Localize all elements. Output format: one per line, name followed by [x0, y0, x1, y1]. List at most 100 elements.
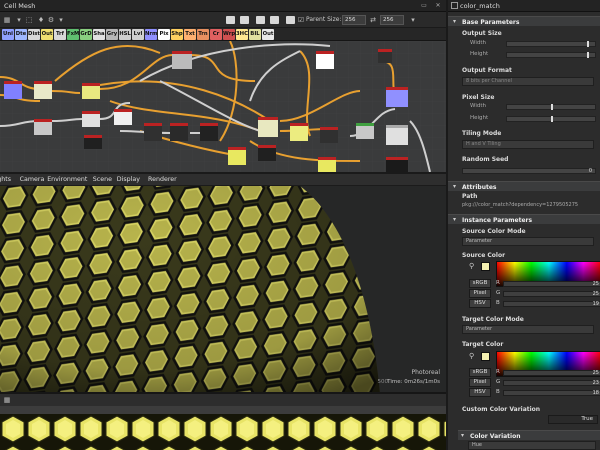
graph-title: Cell Mesh: [4, 2, 36, 10]
filter-button-out[interactable]: Out: [262, 29, 274, 40]
menu-scene[interactable]: Scene: [93, 176, 112, 183]
filter-button-txt[interactable]: Txt: [184, 29, 196, 40]
chevron-down-icon[interactable]: ▾: [14, 15, 24, 25]
target-srgb-button[interactable]: sRGB: [469, 368, 491, 377]
slider-handle[interactable]: [551, 104, 553, 110]
filter-button-uni[interactable]: Uni: [2, 29, 14, 40]
link-icon[interactable]: ⇄: [368, 15, 378, 25]
chevron-down-icon[interactable]: ▾: [408, 15, 418, 25]
eyedropper-icon[interactable]: ⚲: [469, 262, 474, 270]
channel-r-label: R: [496, 369, 500, 375]
target-color-swatch[interactable]: [481, 352, 490, 361]
filter-button-out[interactable]: Out: [41, 29, 53, 40]
filter-button-bil[interactable]: BIL: [249, 29, 261, 40]
filter-button-dist[interactable]: Dist: [28, 29, 40, 40]
settings-icon[interactable]: ⚙: [46, 15, 56, 25]
source-pixel-button[interactable]: Pixel: [469, 289, 491, 298]
width-label: Width: [470, 40, 486, 46]
channel-b-label: B: [496, 389, 500, 395]
target-r-slider[interactable]: 25: [503, 370, 600, 376]
filter-button-sha[interactable]: Sha: [93, 29, 105, 40]
close-icon[interactable]: ✕: [434, 2, 442, 9]
section-base-parameters[interactable]: ▾ Base Parameters: [448, 16, 600, 26]
source-r-slider[interactable]: 25: [503, 281, 600, 287]
menu-renderer[interactable]: Renderer: [148, 176, 177, 183]
layout-button[interactable]: [286, 16, 295, 24]
grid-icon[interactable]: ▦: [2, 15, 12, 25]
filter-button-pix[interactable]: Pix: [158, 29, 170, 40]
fit-button[interactable]: [270, 16, 279, 24]
source-srgb-button[interactable]: sRGB: [469, 279, 491, 288]
parent-size-height-select[interactable]: 256: [380, 15, 404, 25]
output-width-slider[interactable]: [506, 41, 596, 47]
channel-b-label: B: [496, 300, 500, 306]
target-g-slider[interactable]: 23: [503, 380, 600, 386]
pin-button[interactable]: [256, 16, 265, 24]
pixel-width-slider[interactable]: [506, 104, 596, 110]
output-format-label: Output Format: [462, 67, 512, 74]
target-color-label: Target Color: [462, 341, 504, 348]
filter-button-shp[interactable]: Shp: [171, 29, 183, 40]
filter-button-fxm[interactable]: FxM: [67, 29, 79, 40]
random-seed-value: 0: [588, 168, 592, 174]
3d-viewport[interactable]: Lights CameraEnvironment Scene Display Rende…: [0, 172, 446, 392]
filter-button-gry[interactable]: Gry: [106, 29, 118, 40]
render-samples: 500: [378, 379, 389, 385]
eyedropper-icon[interactable]: ⚲: [469, 352, 474, 360]
graph-toolbar: ▦ ▾ ⬚ ♦ ⚙ ▾ ☑ Parent Size: 256 ⇄ 256 ▾: [0, 12, 446, 28]
slider-handle[interactable]: [551, 116, 553, 122]
output-format-select[interactable]: 8 bits per Channel: [462, 77, 594, 86]
source-b-value: 19: [592, 301, 599, 307]
output-height-slider[interactable]: [506, 52, 596, 58]
filter-button-3hc[interactable]: 3HC: [236, 29, 248, 40]
source-color-swatch[interactable]: [481, 262, 490, 271]
filter-button-hsl[interactable]: HSL: [119, 29, 131, 40]
target-b-slider[interactable]: 18: [503, 390, 600, 396]
filter-button-lvl[interactable]: Lvl: [132, 29, 144, 40]
menu-lights[interactable]: Lights: [0, 176, 11, 183]
custom-color-variation-label: Custom Color Variation: [462, 406, 541, 413]
section-color-variation[interactable]: ▾ Color Variation: [458, 430, 600, 440]
pixel-size-label: Pixel Size: [462, 94, 495, 101]
menu-display[interactable]: Display: [117, 176, 140, 183]
target-color-mode-select[interactable]: Parameter: [462, 325, 594, 334]
node-graph-canvas[interactable]: [0, 41, 446, 172]
target-pixel-button[interactable]: Pixel: [469, 378, 491, 387]
filter-button-dte[interactable]: Dte: [15, 29, 27, 40]
filter-button-trf[interactable]: Trf: [54, 29, 66, 40]
filter-button-trn[interactable]: Trn: [197, 29, 209, 40]
brush-icon[interactable]: ♦: [36, 15, 46, 25]
slider-handle[interactable]: [587, 41, 589, 47]
comment-button[interactable]: [240, 16, 249, 24]
parent-size-width-select[interactable]: 256: [342, 15, 366, 25]
tiling-mode-select[interactable]: H and V Tiling: [462, 140, 594, 149]
source-hsv-button[interactable]: HSV: [469, 299, 491, 308]
random-seed-slider[interactable]: 0: [462, 168, 596, 174]
menu-camera[interactable]: Camera: [20, 176, 45, 183]
custom-color-variation-select[interactable]: True: [548, 415, 598, 424]
output-size-label: Output Size: [462, 30, 502, 37]
node-name: color_match: [460, 2, 500, 10]
frame-button[interactable]: [226, 16, 235, 24]
grid-icon[interactable]: ▦: [2, 395, 12, 405]
filter-button-nrm[interactable]: Nrm: [145, 29, 158, 40]
section-instance-parameters[interactable]: ▾ Instance Parameters: [448, 214, 600, 224]
filter-button-grd[interactable]: GrD: [80, 29, 92, 40]
2d-viewport[interactable]: ▦: [0, 392, 446, 450]
pixel-height-slider[interactable]: [506, 116, 596, 122]
node-icon[interactable]: ⬚: [24, 15, 34, 25]
filter-button-wrp[interactable]: Wrp: [223, 29, 235, 40]
minimize-icon[interactable]: ▭: [420, 2, 428, 9]
slider-handle[interactable]: [587, 52, 589, 58]
section-attributes[interactable]: ▾ Attributes: [448, 181, 600, 191]
target-hsv-button[interactable]: HSV: [469, 388, 491, 397]
source-color-mode-select[interactable]: Parameter: [462, 237, 594, 246]
source-g-slider[interactable]: 25: [503, 291, 600, 297]
menu-environment[interactable]: Environment: [47, 176, 87, 183]
source-b-slider[interactable]: 19: [503, 301, 600, 307]
source-color-mode-label: Source Color Mode: [462, 228, 526, 235]
chevron-down-icon[interactable]: ▾: [56, 15, 66, 25]
checkbox-icon[interactable]: ☑: [296, 15, 306, 25]
hue-slider[interactable]: Hue: [468, 441, 596, 450]
filter-button-cr[interactable]: Cr: [210, 29, 222, 40]
